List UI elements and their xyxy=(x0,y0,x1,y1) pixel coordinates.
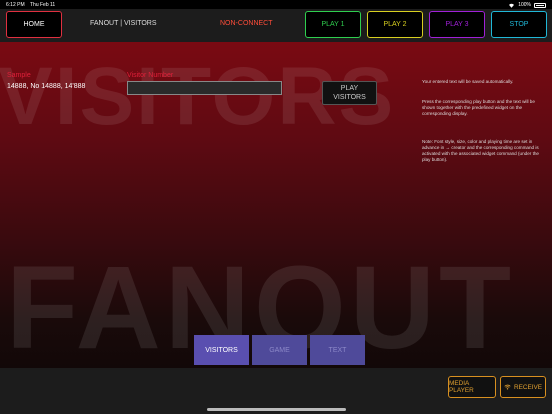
play-visitors-line2: VISITORS xyxy=(333,94,366,101)
sample-value: 14888, No 14888, 14'888 xyxy=(7,83,86,90)
status-time: 6:12 PM xyxy=(6,2,25,8)
tab-text[interactable]: TEXT xyxy=(310,335,365,365)
play-visitors-label: PLAY VISITORS xyxy=(333,84,366,102)
section-title: FANOUT | VISITORS xyxy=(90,20,157,27)
tab-bar: VISITORS GAME TEXT xyxy=(194,335,365,365)
tab-visitors[interactable]: VISITORS xyxy=(194,335,249,365)
status-date: Thu Feb 11 xyxy=(30,2,56,8)
top-bar: HOME FANOUT | VISITORS NON-CONNECT PLAY … xyxy=(0,9,552,42)
visitor-number-input[interactable] xyxy=(127,81,282,95)
sample-label: Sample xyxy=(7,72,31,79)
info-text-autosave: Your entered text will be saved automati… xyxy=(422,79,514,84)
info-text-note: Note: Font style, size, color and playin… xyxy=(422,139,539,162)
main-panel: VISITORS FANOUT Sample 14888, No 14888, … xyxy=(0,42,552,368)
home-indicator[interactable] xyxy=(207,408,346,411)
media-player-button[interactable]: MEDIA PLAYER xyxy=(448,376,496,398)
tab-game[interactable]: GAME xyxy=(252,335,307,365)
play-visitors-button[interactable]: PLAY VISITORS xyxy=(322,81,377,105)
receive-button[interactable]: RECEIVE xyxy=(500,376,546,398)
wifi-icon xyxy=(509,3,515,8)
wifi-icon xyxy=(504,384,511,390)
visitor-number-label: Visitor Number xyxy=(127,72,174,79)
play-2-button[interactable]: PLAY 2 xyxy=(367,11,423,38)
receive-label: RECEIVE xyxy=(513,383,543,391)
play-3-button[interactable]: PLAY 3 xyxy=(429,11,485,38)
info-text-play: Press the corresponding play button and … xyxy=(422,99,535,116)
bottom-bar: MEDIA PLAYER RECEIVE xyxy=(0,368,552,414)
status-right: 100% xyxy=(508,2,546,8)
home-button[interactable]: HOME xyxy=(6,11,62,38)
connection-status: NON-CONNECT xyxy=(220,20,273,27)
stop-button[interactable]: STOP xyxy=(491,11,547,38)
battery-percent: 100% xyxy=(518,2,531,8)
play-visitors-line1: PLAY xyxy=(340,85,359,92)
battery-icon xyxy=(534,2,546,8)
play-1-button[interactable]: PLAY 1 xyxy=(305,11,361,38)
